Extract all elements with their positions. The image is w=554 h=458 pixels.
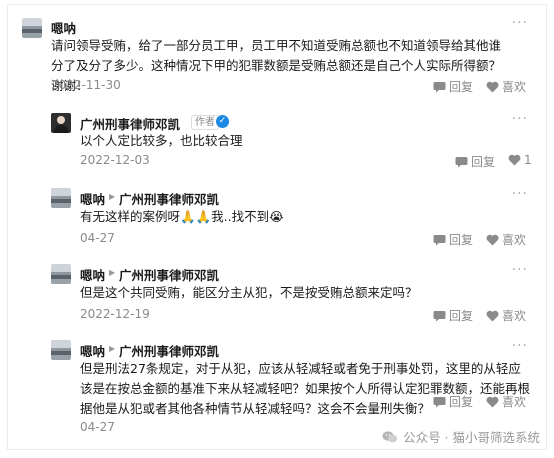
reply-arrow-icon: ▶ [109,268,116,277]
reply-button[interactable]: 回复 [433,231,473,248]
avatar[interactable] [51,340,71,360]
more-options-icon[interactable]: ··· [512,186,528,202]
reply-label: 回复 [471,155,496,169]
reply-arrow-icon: ▶ [109,192,116,201]
like-count: 1 [524,153,532,167]
reply-icon [433,81,446,92]
heart-icon [486,81,499,92]
comment-item: 嗯呐 ▶ 广州刑事律师邓凯 ··· 有无这样的案例呀🙏🙏我..找不到😭 04-2… [8,179,546,255]
reply-button[interactable]: 回复 [433,78,473,95]
comment-author[interactable]: 嗯呐 [80,341,105,360]
comment-thread: 嗯呐 ··· 请问领导受贿，给了一部分员工甲，员工甲不知道受贿总额也不知道领导给… [7,4,547,450]
more-options-icon[interactable]: ··· [512,338,528,354]
like-label: 喜欢 [502,233,527,247]
reply-label: 回复 [449,80,474,94]
comment-item: 嗯呐 ▶ 广州刑事律师邓凯 ··· 但是这个共同受贿，能区分主从犯，不是按受贿总… [8,255,546,331]
reply-icon [433,234,446,245]
verified-icon: ✓ [216,115,229,128]
reply-button[interactable]: 回复 [433,307,473,324]
comment-author[interactable]: 嗯呐 [51,18,76,37]
reply-label: 回复 [449,233,474,247]
reply-to-author[interactable]: 广州刑事律师邓凯 [119,189,219,208]
reply-button[interactable]: 回复 [433,393,473,410]
comment-author[interactable]: 嗯呐 [80,189,105,208]
comment-text: 以个人定比较多，也比较合理 [80,133,243,148]
reply-icon [455,156,468,167]
heart-icon [486,396,499,407]
heart-icon [486,234,499,245]
comment-text: 但是刑法27条规定，对于从犯，应该从轻减轻或者免于刑事处罚，这里的从轻应该是在按… [80,361,531,416]
avatar[interactable] [51,113,71,133]
comment-date: 04-27 [80,420,115,434]
reply-to-author[interactable]: 广州刑事律师邓凯 [119,341,219,360]
reply-label: 回复 [449,309,474,323]
comment-text: 但是这个共同受贿，能区分主从犯，不是按受贿总额来定吗？ [80,285,418,300]
author-badge: 作者 [191,115,219,130]
reply-icon [433,396,446,407]
watermark-text: 公众号 · 猫小哥筛选系统 [403,430,540,445]
reply-to-author[interactable]: 广州刑事律师邓凯 [119,265,219,284]
more-options-icon[interactable]: ··· [512,111,528,127]
comment-date: 2022-11-30 [51,78,121,92]
like-button[interactable]: 喜欢 [486,393,526,410]
comment-text: 有无这样的案例呀🙏🙏我..找不到😭 [80,209,284,224]
avatar[interactable] [22,18,42,38]
more-options-icon[interactable]: ··· [512,262,528,278]
more-options-icon[interactable]: ··· [512,15,528,31]
reply-icon [433,310,446,321]
avatar[interactable] [51,188,71,208]
like-label: 喜欢 [502,309,527,323]
like-button[interactable]: 喜欢 [486,78,526,95]
comment-item: 嗯呐 ··· 请问领导受贿，给了一部分员工甲，员工甲不知道受贿总额也不知道领导给… [8,5,546,105]
comment-author[interactable]: 嗯呐 [80,265,105,284]
like-button[interactable]: 喜欢 [486,307,526,324]
watermark: 公众号 · 猫小哥筛选系统 [382,427,540,446]
comment-date: 04-27 [80,231,115,245]
like-button[interactable]: 喜欢 [486,231,526,248]
like-label: 喜欢 [502,80,527,94]
reply-arrow-icon: ▶ [109,344,116,353]
comment-date: 2022-12-19 [80,307,150,321]
heart-icon [486,310,499,321]
wechat-icon [382,430,398,442]
avatar[interactable] [51,264,71,284]
reply-label: 回复 [449,395,474,409]
heart-icon [508,154,521,166]
like-button[interactable]: 1 [508,153,532,167]
comment-date: 2022-12-03 [80,153,150,167]
reply-button[interactable]: 回复 [455,153,495,170]
comment-item: 广州刑事律师邓凯 作者 ✓ ··· 以个人定比较多，也比较合理 2022-12-… [8,105,546,179]
like-label: 喜欢 [502,395,527,409]
